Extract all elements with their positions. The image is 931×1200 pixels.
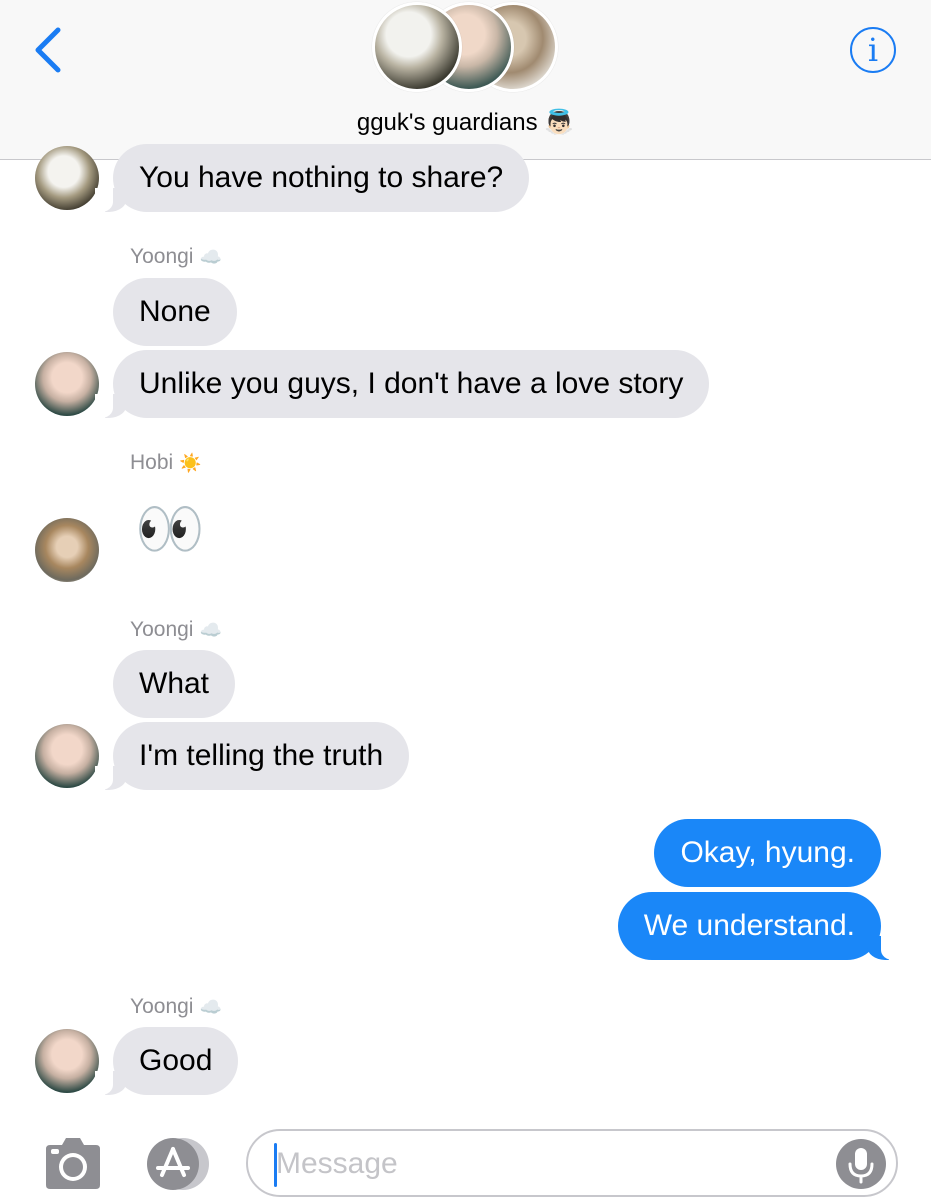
message-text: I'm telling the truth	[139, 739, 384, 772]
incoming-message[interactable]: What	[113, 650, 236, 718]
incoming-message[interactable]: You have nothing to share?	[94, 144, 530, 212]
app-store-icon	[147, 1138, 209, 1190]
app-store-button[interactable]	[143, 1137, 215, 1191]
sender-avatar[interactable]	[35, 724, 99, 788]
conversation-header: gguk's guardians 👼🏻 i	[0, 0, 931, 160]
incoming-message[interactable]: Good	[94, 1027, 239, 1095]
microphone-icon	[848, 1148, 874, 1184]
sender-avatar[interactable]	[35, 146, 99, 210]
eyes-emoji-message[interactable]: 👀	[135, 498, 205, 562]
incoming-message[interactable]: None	[113, 278, 237, 346]
cloud-emoji: ☁️	[199, 620, 222, 641]
message-input[interactable]	[276, 1141, 816, 1187]
camera-button[interactable]	[42, 1135, 104, 1191]
info-icon: i	[867, 31, 879, 69]
outgoing-message[interactable]: Okay, hyung.	[654, 819, 881, 887]
group-avatars[interactable]	[372, 2, 562, 92]
sender-name-text: Yoongi	[130, 245, 194, 268]
message-text: Good	[139, 1044, 213, 1077]
sender-name-text: Yoongi	[130, 618, 194, 641]
sender-avatar[interactable]	[35, 1029, 99, 1093]
sender-name: Hobi ☀️	[130, 451, 202, 475]
back-chevron-icon	[35, 27, 61, 73]
sender-name-text: Hobi	[130, 451, 174, 474]
cloud-emoji: ☁️	[199, 247, 222, 268]
group-title: gguk's guardians 👼🏻	[0, 108, 931, 137]
message-text: You have nothing to share?	[139, 161, 504, 194]
outgoing-message[interactable]: We understand.	[617, 892, 900, 960]
incoming-message[interactable]: I'm telling the truth	[94, 722, 410, 790]
microphone-button[interactable]	[836, 1139, 886, 1189]
message-text: Okay, hyung.	[680, 836, 855, 869]
message-text: None	[139, 295, 211, 328]
sender-name: Yoongi ☁️	[130, 245, 222, 269]
message-text: Unlike you guys, I don't have a love sto…	[139, 367, 684, 400]
info-button[interactable]: i	[850, 27, 896, 73]
sender-avatar[interactable]	[35, 518, 99, 582]
sender-avatar[interactable]	[35, 352, 99, 416]
sender-name: Yoongi ☁️	[130, 995, 222, 1019]
incoming-message[interactable]: Unlike you guys, I don't have a love sto…	[94, 350, 710, 418]
message-text: We understand.	[643, 909, 855, 942]
message-text: What	[139, 667, 210, 700]
group-member-avatar	[372, 2, 462, 92]
angel-emoji: 👼🏻	[544, 108, 575, 136]
sun-emoji: ☀️	[179, 453, 202, 474]
message-compose-field[interactable]	[246, 1129, 898, 1197]
group-name[interactable]: gguk's guardians	[357, 109, 538, 136]
sender-name-text: Yoongi	[130, 995, 194, 1018]
sender-name: Yoongi ☁️	[130, 618, 222, 642]
camera-icon	[46, 1138, 100, 1189]
cloud-emoji: ☁️	[199, 997, 222, 1018]
back-button[interactable]	[28, 22, 72, 78]
